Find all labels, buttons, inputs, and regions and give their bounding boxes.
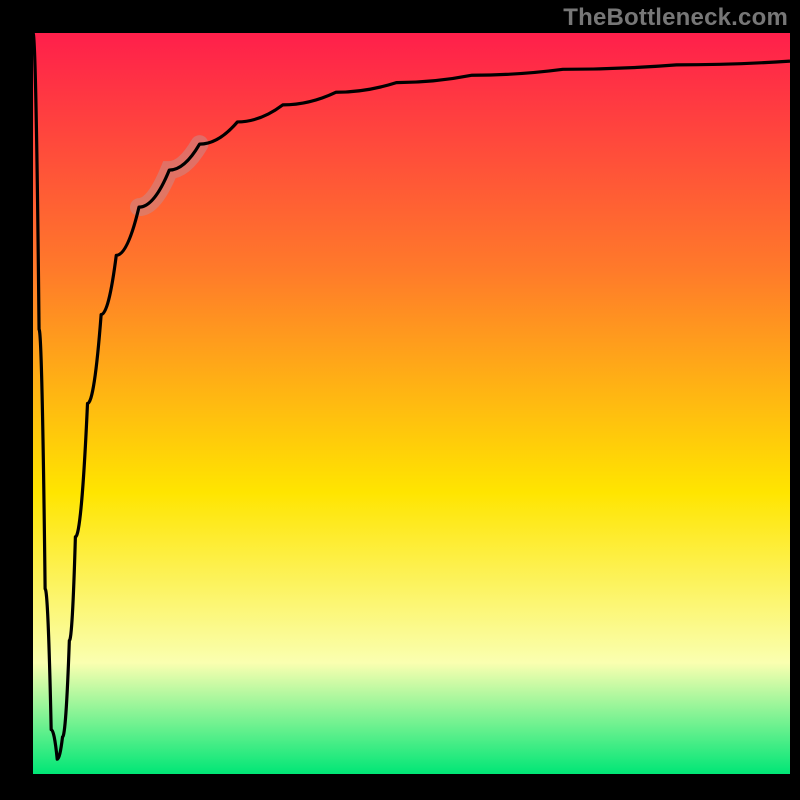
gradient-panel [33,33,790,774]
chart-container: TheBottleneck.com [0,0,800,800]
bottleneck-plot [0,0,800,800]
